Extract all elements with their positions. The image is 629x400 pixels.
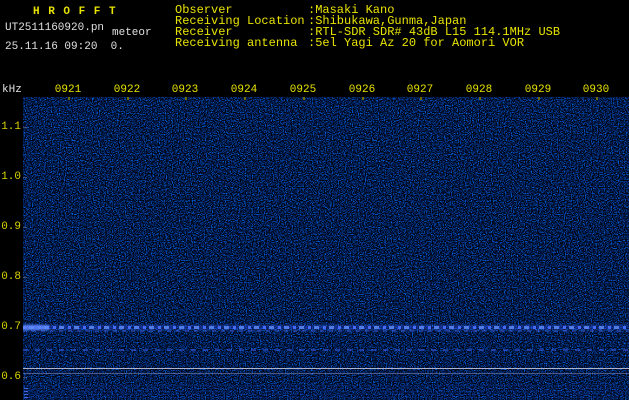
capture-datetime: 25.11.16 09:20 0.	[5, 41, 124, 53]
tick-mark	[185, 97, 187, 100]
tick-mark	[68, 97, 70, 100]
station-row-antenna: Receiving antenna :5el Yagi Az 20 for Ao…	[175, 36, 560, 50]
tick-mark	[23, 127, 27, 128]
time-tick-label: 0927	[406, 84, 434, 96]
time-tick-label: 0921	[54, 84, 82, 96]
app-title: H R O F F T	[33, 6, 117, 18]
capture-filename: UT2511160920.pn	[5, 22, 105, 34]
capture-note: meteor	[112, 27, 152, 39]
marker-line-lower	[23, 373, 629, 374]
tick-mark	[479, 97, 481, 100]
time-tick-label: 0924	[230, 84, 258, 96]
time-tick-label: 0923	[171, 84, 199, 96]
tick-mark	[596, 97, 598, 100]
tick-mark	[303, 97, 305, 100]
bottom-strip	[23, 385, 629, 400]
tick-mark	[23, 377, 27, 378]
time-tick-label: 0925	[289, 84, 317, 96]
station-value: :5el Yagi Az 20 for Aomori VOR	[308, 36, 525, 50]
tick-mark	[362, 97, 364, 100]
marker-line-upper	[23, 368, 629, 369]
tick-mark	[420, 97, 422, 100]
time-tick-label: 0930	[582, 84, 610, 96]
freq-tick-label: 0.7	[1, 321, 21, 333]
freq-axis-unit: kHz	[2, 84, 22, 96]
station-label: Receiving antenna	[175, 36, 298, 50]
freq-tick-label: 1.1	[1, 121, 21, 133]
noise-texture	[23, 97, 629, 400]
tick-mark	[127, 97, 129, 100]
bottom-left-dots	[24, 388, 28, 398]
time-tick-label: 0928	[465, 84, 493, 96]
time-tick-label: 0926	[348, 84, 376, 96]
freq-tick-label: 1.0	[1, 171, 21, 183]
freq-tick-label: 0.6	[1, 371, 21, 383]
freq-tick-label: 0.9	[1, 221, 21, 233]
hrofft-screen: H R O F F T UT2511160920.pn meteor 25.11…	[0, 0, 629, 400]
freq-tick-label: 0.8	[1, 271, 21, 283]
tick-mark	[23, 277, 27, 278]
tick-mark	[23, 227, 27, 228]
carrier-trace-0_70khz	[23, 326, 629, 329]
secondary-trace-0_65khz	[23, 349, 629, 351]
station-info: Observer :Masaki Kano Receiving Location…	[175, 4, 560, 50]
tick-mark	[244, 97, 246, 100]
time-tick-label: 0922	[113, 84, 141, 96]
tick-mark	[23, 177, 27, 178]
tick-mark	[538, 97, 540, 100]
spectrogram-plot	[23, 97, 629, 400]
time-tick-label: 0929	[524, 84, 552, 96]
carrier-trace-underside	[23, 330, 629, 332]
